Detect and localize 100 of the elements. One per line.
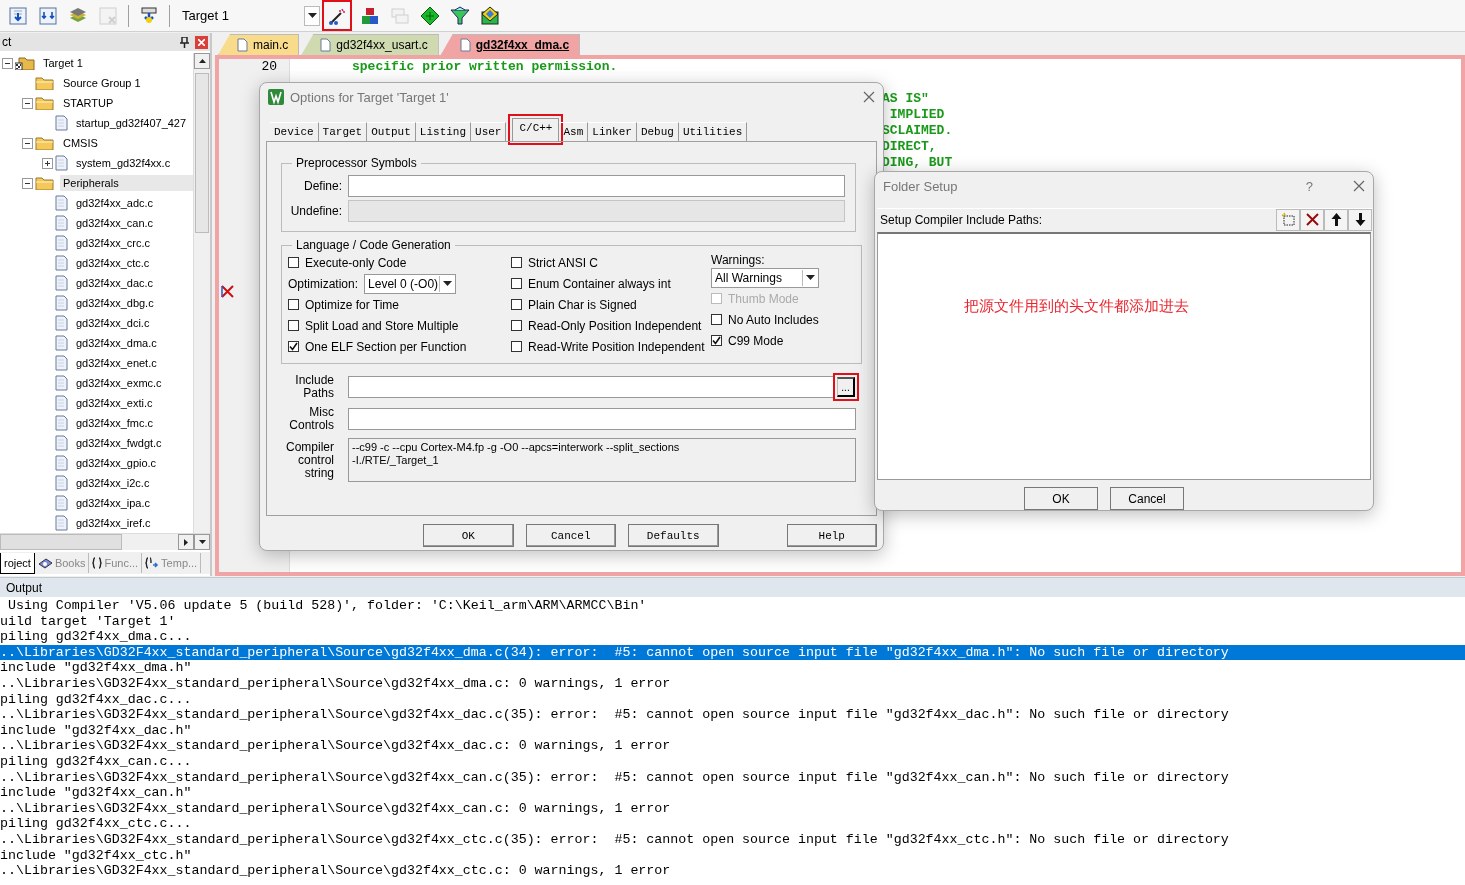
tree-item[interactable]: gd32f4xx_dma.c <box>73 335 193 351</box>
output-line[interactable]: include "gd32f4xx_can.h" <box>0 785 1465 801</box>
tree-item[interactable]: Target 1 <box>40 55 193 71</box>
expand-icon[interactable] <box>42 157 53 169</box>
file-tab[interactable]: gd32f4xx_dma.c <box>440 34 581 55</box>
checkbox[interactable] <box>288 299 299 310</box>
checkbox[interactable] <box>511 341 522 352</box>
checkbox[interactable] <box>711 335 722 346</box>
dialog-tab[interactable]: Target <box>318 122 368 141</box>
output-line[interactable]: ..\Libraries\GD32F4xx_standard_peripheral\Source\gd32f4xx_dma.c: 0 warnings, 1 error <box>0 675 1465 692</box>
checkbox[interactable] <box>511 278 522 289</box>
tree-item[interactable]: startup_gd32f407_427 <box>73 115 193 131</box>
dialog-tab[interactable]: Debug <box>636 122 679 141</box>
package-icon[interactable] <box>480 5 500 26</box>
dialog-tab[interactable]: Asm <box>559 122 589 141</box>
tree-item[interactable]: gd32f4xx_adc.c <box>73 195 193 211</box>
tree-item[interactable]: gd32f4xx_fwdgt.c <box>73 435 193 451</box>
checkbox[interactable] <box>288 257 299 268</box>
scroll-right-icon[interactable] <box>184 538 188 546</box>
collapse-icon[interactable] <box>2 57 13 69</box>
close-icon[interactable] <box>1353 180 1365 192</box>
output-line[interactable]: ..\Libraries\GD32F4xx_standard_peripheral\Source\gd32f4xx_dac.c: 0 warnings, 1 error <box>0 738 1465 754</box>
checkbox[interactable] <box>288 341 299 352</box>
dialog-button[interactable]: Cancel <box>525 524 616 547</box>
tree-item[interactable]: CMSIS <box>60 135 193 151</box>
tree-item[interactable]: gd32f4xx_ipa.c <box>73 495 193 511</box>
dropdown-arrow-icon[interactable] <box>806 274 815 281</box>
output-line[interactable]: ..\Libraries\GD32F4xx_standard_peripheral\Source\gd32f4xx_can.c(35): error: #5: cannot open source input file "gd32f4xx_can.h": No such file or directory <box>0 769 1465 786</box>
collapse-icon[interactable] <box>22 137 33 149</box>
target-dropdown[interactable]: Target 1 <box>178 4 320 27</box>
tree-item[interactable]: gd32f4xx_crc.c <box>73 235 193 251</box>
tree-item[interactable]: gd32f4xx_ctc.c <box>73 255 193 271</box>
output-line[interactable]: uild target 'Target 1' <box>0 613 1465 630</box>
tree-item[interactable]: gd32f4xx_gpio.c <box>73 455 193 471</box>
tree-item[interactable]: gd32f4xx_dac.c <box>73 275 193 291</box>
panel-tab[interactable]: roject <box>0 552 35 574</box>
tree-item[interactable]: gd32f4xx_can.c <box>73 215 193 231</box>
tree-item[interactable]: gd32f4xx_exmc.c <box>73 375 193 391</box>
output-line[interactable]: include "gd32f4xx_ctc.h" <box>0 847 1465 864</box>
dialog-tab[interactable]: Listing <box>415 122 472 141</box>
output-line[interactable]: include "gd32f4xx_dac.h" <box>0 722 1465 739</box>
tree-item[interactable]: gd32f4xx_dci.c <box>73 315 193 331</box>
toolbar-button[interactable] <box>1348 208 1372 231</box>
tree-item[interactable]: gd32f4xx_i2c.c <box>73 475 193 491</box>
dialog-button[interactable]: Defaults <box>628 524 719 547</box>
output-line[interactable]: ..\Libraries\GD32F4xx_standard_peripheral\Source\gd32f4xx_can.c: 0 warnings, 1 error <box>0 800 1465 817</box>
tree-item[interactable]: gd32f4xx_exti.c <box>73 395 193 411</box>
help-button[interactable]: ? <box>1305 178 1313 194</box>
path-list[interactable]: 把源文件用到的头文件都添加进去 <box>877 232 1371 480</box>
dialog-tab[interactable]: Utilities <box>678 122 748 141</box>
dropdown[interactable]: Level 0 (-O0) <box>364 273 457 294</box>
scroll-down-icon[interactable] <box>198 540 206 544</box>
output-line[interactable]: ..\Libraries\GD32F4xx_standard_peripheral\Source\gd32f4xx_ctc.c(35): error: #5: cannot open source input file "gd32f4xx_ctc.h": No such file or directory <box>0 831 1465 848</box>
collapse-icon[interactable] <box>22 97 33 109</box>
output-line[interactable]: piling gd32f4xx_ctc.c... <box>0 816 1465 832</box>
dialog-tab[interactable]: User <box>471 122 507 141</box>
pin-icon[interactable] <box>180 36 189 48</box>
tree-item[interactable]: system_gd32f4xx.c <box>73 155 193 171</box>
tree-item[interactable]: gd32f4xx_fmc.c <box>73 415 193 431</box>
dialog-tab[interactable]: Linker <box>588 122 637 141</box>
blocks-icon[interactable] <box>360 5 380 26</box>
text-field[interactable]: ... <box>348 376 856 398</box>
tree-item[interactable]: gd32f4xx_iref.c <box>73 515 193 531</box>
dropdown[interactable]: All Warnings <box>711 267 819 288</box>
checkbox[interactable] <box>511 320 522 331</box>
tree-item[interactable]: Peripherals <box>60 175 193 191</box>
output-line[interactable]: piling gd32f4xx_dma.c... <box>0 629 1465 645</box>
output-line[interactable]: include "gd32f4xx_dma.h" <box>0 660 1465 676</box>
output-line[interactable]: ..\Libraries\GD32F4xx_standard_peripheral\Source\gd32f4xx_ctc.c: 0 warnings, 1 error <box>0 863 1465 879</box>
diamond-icon[interactable] <box>420 5 440 26</box>
file-tab[interactable]: gd32f4xx_usart.c <box>301 34 439 55</box>
file-tab[interactable]: main.c <box>218 34 300 55</box>
scrollbar[interactable] <box>193 53 210 533</box>
output-line[interactable]: Using Compiler 'V5.06 update 5 (build 528)', folder: 'C:\Keil_arm\ARM\ARMCC\Bin' <box>0 598 1465 614</box>
scrollbar[interactable] <box>0 533 210 550</box>
toolbar-button[interactable] <box>1300 208 1324 231</box>
checkbox[interactable] <box>288 320 299 331</box>
close-icon[interactable] <box>863 91 875 103</box>
scroll-up-icon[interactable] <box>198 59 206 63</box>
text-area[interactable]: --c99 -c --cpu Cortex-M4.fp -g -O0 --apcs=interwork --split_sections -I./RTE/_Target_1 <box>348 438 856 482</box>
dropdown-arrow-icon[interactable] <box>307 12 317 19</box>
text-field[interactable] <box>348 175 845 197</box>
checkbox[interactable] <box>711 314 722 325</box>
collapse-icon[interactable] <box>22 177 33 189</box>
tree-item[interactable]: gd32f4xx_dbg.c <box>73 295 193 311</box>
output-line[interactable]: piling gd32f4xx_dac.c... <box>0 691 1465 708</box>
dialog-tab[interactable]: Output <box>367 122 416 141</box>
text-field[interactable] <box>348 408 856 430</box>
download-icon[interactable] <box>139 5 159 26</box>
document-arrows-icon[interactable] <box>38 5 58 26</box>
dialog-tab[interactable]: Device <box>270 122 319 141</box>
dropdown-arrow-icon[interactable] <box>443 280 453 287</box>
dialog-button[interactable]: OK <box>423 524 514 547</box>
dialog-button[interactable]: Help <box>786 524 877 547</box>
funnel-icon[interactable] <box>450 5 470 26</box>
checkbox[interactable] <box>511 299 522 310</box>
tree-item[interactable]: STARTUP <box>60 95 193 111</box>
dialog-button[interactable]: OK <box>1024 487 1098 510</box>
tree-item[interactable]: gd32f4xx_enet.c <box>73 355 193 371</box>
checkbox[interactable] <box>511 257 522 268</box>
